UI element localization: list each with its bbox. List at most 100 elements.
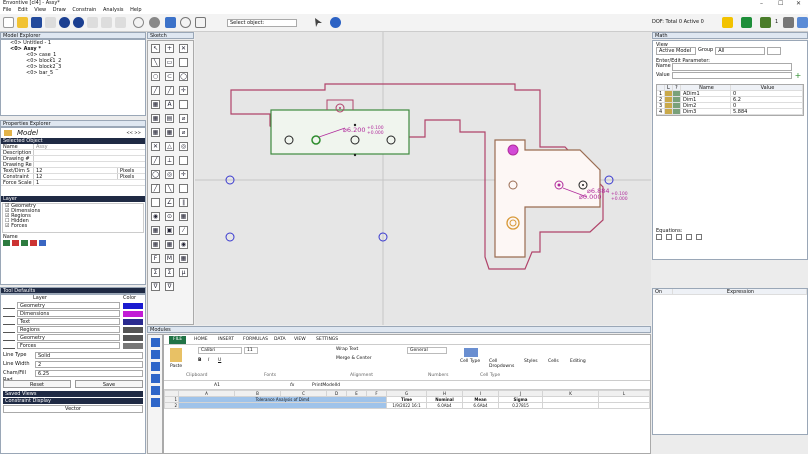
layer-select[interactable]: Regions [17, 326, 120, 333]
merge-center-button[interactable]: Merge & Center [336, 356, 372, 361]
sketch-tool-icon[interactable]: μ [179, 268, 188, 277]
save-button[interactable]: Save [75, 380, 143, 388]
cells-button[interactable]: Cells [548, 359, 559, 364]
sketch-tool-icon[interactable]: Σ [151, 268, 160, 277]
cell[interactable] [598, 402, 650, 409]
sketch-tool-icon[interactable]: ▦ [165, 128, 174, 137]
print-icon[interactable] [45, 17, 56, 28]
module-icon[interactable] [151, 398, 160, 407]
tab-home[interactable]: HOME [194, 336, 208, 344]
sketch-tool-icon[interactable]: ◉ [179, 240, 188, 249]
sketch-tool-icon[interactable]: ▦ [151, 100, 160, 109]
layer-select[interactable]: Dimensions [17, 310, 120, 317]
help-icon[interactable] [330, 17, 341, 28]
sketch-tool-icon[interactable] [179, 184, 188, 193]
wrap-text-button[interactable]: Wrap Text [336, 347, 358, 352]
undo-icon[interactable] [59, 17, 70, 28]
pointer-icon[interactable] [313, 17, 324, 28]
color-swatch[interactable] [123, 342, 143, 349]
tab-file[interactable]: FILE [169, 336, 187, 344]
fill-circle-icon[interactable] [149, 17, 160, 28]
sketch-tool-icon[interactable]: △ [165, 142, 174, 151]
sketch-tool-icon[interactable]: ◉ [151, 212, 160, 221]
module-icon[interactable] [151, 338, 160, 347]
move-icon[interactable] [165, 17, 176, 28]
circle-tool-icon[interactable] [133, 17, 144, 28]
slope-icon[interactable] [783, 17, 794, 28]
saved-views-header[interactable]: Saved Views [3, 391, 143, 397]
paste-icon[interactable] [170, 348, 182, 362]
sketch-tool-icon[interactable]: ▤ [165, 114, 174, 123]
select-object-field[interactable]: Select object: [227, 19, 297, 27]
eq-tool-icon[interactable] [686, 234, 692, 240]
font-name-select[interactable]: Calibri [198, 347, 242, 354]
sketch-tool-icon[interactable]: ▣ [165, 226, 174, 235]
sketch-tool-icon[interactable]: ⟂ [165, 156, 174, 165]
force-scale-field[interactable]: 1 [33, 180, 145, 186]
tree-item[interactable]: <0> bar_5 [4, 70, 145, 76]
tab-data[interactable]: DATA [274, 336, 286, 344]
tab-view[interactable]: VIEW [294, 336, 306, 344]
name-field[interactable]: Assy [33, 144, 145, 150]
menu-constrain[interactable]: Constrain [72, 7, 96, 13]
menu-file[interactable]: File [3, 7, 11, 13]
color-swatch[interactable] [123, 334, 143, 341]
minimize-button[interactable]: – [760, 0, 763, 7]
italic-icon[interactable]: I [208, 358, 209, 363]
sketch-tool-icon[interactable] [151, 198, 160, 207]
delete-layer-icon[interactable] [12, 240, 19, 246]
font-size-select[interactable]: 11 [244, 347, 258, 354]
sketch-tool-icon[interactable]: ○ [151, 72, 160, 81]
sketch-tool-icon[interactable]: ▦ [165, 240, 174, 249]
sketch-tool-icon[interactable]: Σ [165, 268, 174, 277]
value-time[interactable]: 1/9/2022 16:1 [386, 402, 427, 409]
sketch-tool-icon[interactable]: ╱ [151, 184, 160, 193]
param-value-field[interactable] [672, 72, 792, 79]
cut-icon[interactable] [87, 17, 98, 28]
color-swatch[interactable] [123, 318, 143, 325]
param-name-field[interactable] [672, 63, 792, 71]
nav-buttons[interactable]: << >> [126, 128, 141, 138]
formula-input[interactable]: PrintModelId [312, 383, 340, 388]
sketch-tool-icon[interactable] [179, 58, 188, 67]
tab-formulas[interactable]: FORMULAS [243, 336, 268, 344]
underline-icon[interactable]: U [218, 358, 221, 363]
number-format-select[interactable]: General [407, 347, 447, 354]
save-icon[interactable] [31, 17, 42, 28]
chamfer-field[interactable]: 6.25 [35, 370, 143, 377]
sketch-tool-icon[interactable]: ◎ [179, 142, 188, 151]
solve-icon[interactable] [722, 17, 733, 28]
close-button[interactable]: ✕ [796, 0, 801, 7]
cell[interactable] [178, 402, 387, 409]
hole-highlighted[interactable] [507, 144, 519, 156]
param-row[interactable]: 4 Dim3 5.884 [657, 109, 803, 115]
cell-type-button[interactable]: Cell Type [460, 359, 480, 364]
layer-up-icon[interactable] [30, 240, 37, 246]
sketch-tool-icon[interactable]: ▦ [151, 128, 160, 137]
constraint-icon[interactable] [760, 17, 771, 28]
view-select[interactable]: Active Model [656, 47, 696, 55]
color-swatch[interactable] [123, 302, 143, 309]
add-layer-icon[interactable] [3, 240, 10, 246]
cell-reference[interactable]: A1 [214, 383, 220, 388]
value-nominal[interactable]: 6.0Ab4 [426, 402, 463, 409]
layer-select[interactable]: Text [17, 318, 120, 325]
sketch-tool-icon[interactable]: ✕ [151, 142, 160, 151]
sketch-tool-icon[interactable]: ∥ [179, 198, 188, 207]
layer-forces-checkbox[interactable]: ☑ Forces [3, 224, 143, 229]
editing-button[interactable]: Editing [570, 359, 586, 364]
sketch-tool-icon[interactable]: ∇ [165, 282, 174, 291]
lock-icon[interactable] [741, 17, 752, 28]
line-width-field[interactable]: 2 [35, 361, 143, 368]
value-sigma[interactable]: 0.27815 [498, 402, 543, 409]
eq-tool-icon[interactable] [676, 234, 682, 240]
sketch-tool-icon[interactable]: ◎ [165, 170, 174, 179]
sketch-tool-icon[interactable]: + [165, 44, 174, 53]
sketch-tool-icon[interactable]: ◯ [179, 72, 188, 81]
sketch-tool-icon[interactable]: ∇ [151, 282, 160, 291]
constraint-size-field[interactable]: 12 [33, 174, 117, 180]
layer-select[interactable]: Geometry [17, 302, 120, 309]
sketch-tool-icon[interactable]: ╲ [151, 58, 160, 67]
maximize-button[interactable]: ☐ [778, 0, 783, 7]
group-add-button[interactable] [767, 47, 782, 55]
